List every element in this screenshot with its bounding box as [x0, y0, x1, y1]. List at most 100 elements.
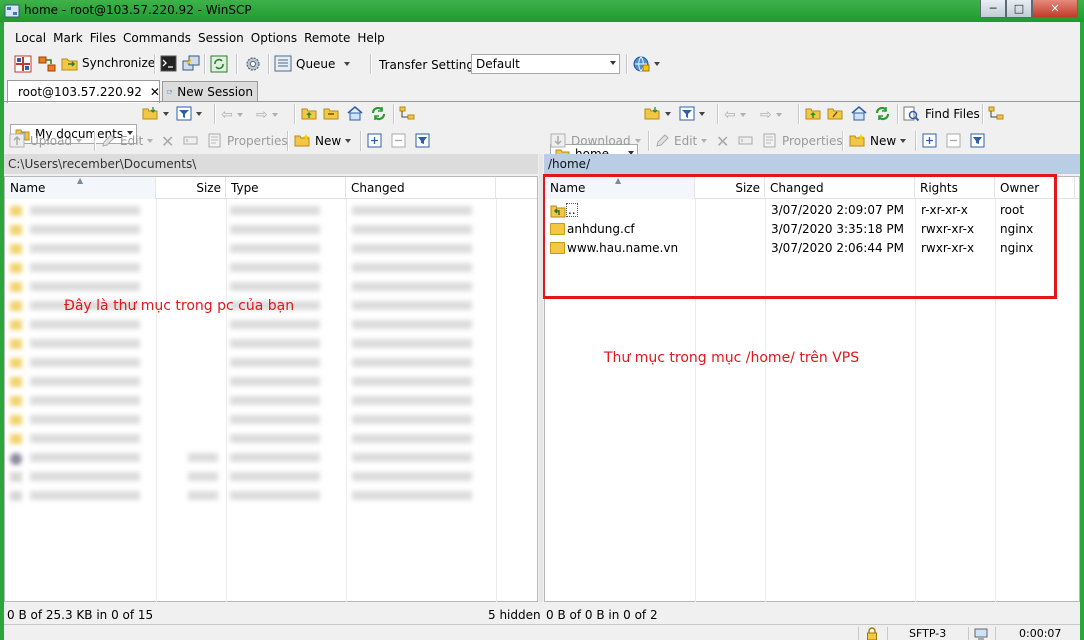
putty-button[interactable]: [182, 55, 200, 75]
remote-unselect-button[interactable]: [946, 133, 961, 151]
remote-open-folder-button[interactable]: [644, 106, 671, 121]
title-bar: home - root@103.57.220.92 - WinSCP ─ □ ✕: [0, 0, 1084, 22]
local-path-bar[interactable]: C:\Users\recember\Documents\: [4, 154, 538, 174]
local-parent-dir-button[interactable]: [301, 106, 318, 124]
refresh-icon: [371, 106, 386, 121]
local-refresh-button[interactable]: [370, 105, 387, 125]
compare-directories-button[interactable]: [14, 55, 36, 73]
local-edit-button[interactable]: Edit: [101, 133, 154, 148]
remote-edit-button[interactable]: Edit: [655, 133, 708, 148]
remote-root-dir-button[interactable]: [827, 106, 844, 124]
menu-mark[interactable]: Mark: [53, 29, 83, 49]
find-files-icon: [903, 106, 920, 122]
local-invert-selection-button[interactable]: [415, 133, 430, 151]
local-rename-button[interactable]: [183, 133, 198, 148]
local-col-name[interactable]: Name ▲: [5, 176, 156, 199]
close-icon[interactable]: ✕: [150, 85, 160, 99]
close-button[interactable]: ✕: [1032, 0, 1078, 18]
remote-rename-button[interactable]: [738, 133, 753, 148]
local-properties-button[interactable]: Properties: [207, 133, 288, 148]
local-open-folder-button[interactable]: [142, 106, 169, 121]
toolbar-separator: [717, 104, 719, 124]
local-forward-button[interactable]: ⇨: [256, 107, 278, 123]
transfer-options-button[interactable]: [632, 55, 660, 73]
local-unselect-button[interactable]: [391, 133, 406, 151]
rename-icon: [738, 136, 753, 145]
download-icon: [550, 133, 566, 148]
local-new-button[interactable]: New: [294, 133, 352, 148]
open-terminal-button[interactable]: [160, 55, 177, 75]
remote-delete-icon[interactable]: ✕: [716, 132, 729, 151]
toolbar-separator: [798, 104, 800, 124]
toolbar-separator: [294, 104, 296, 124]
connection-status: [968, 627, 995, 640]
local-root-dir-button[interactable]: [323, 106, 340, 124]
queue-list-button[interactable]: [38, 55, 58, 73]
queue-button[interactable]: Queue: [274, 55, 351, 72]
remote-back-button[interactable]: ⇦: [724, 107, 746, 123]
remote-properties-label: Properties: [782, 133, 843, 148]
local-col-type[interactable]: Type: [226, 177, 346, 199]
menu-remote[interactable]: Remote: [304, 29, 350, 49]
remote-select-all-button[interactable]: [922, 133, 937, 151]
chevron-down-icon: [654, 62, 660, 66]
menu-files[interactable]: Files: [90, 29, 116, 49]
edit-pencil-icon: [656, 134, 669, 147]
local-col-name-label: Name: [10, 181, 46, 195]
remote-properties-button[interactable]: Properties: [762, 133, 843, 148]
local-tree-toggle-button[interactable]: [399, 106, 416, 124]
chevron-down-icon: [196, 111, 202, 116]
home-icon: [851, 105, 867, 121]
menu-help[interactable]: Help: [357, 29, 384, 49]
putty-icon: [182, 55, 200, 71]
transfer-settings-dropdown[interactable]: Default: [471, 54, 620, 74]
arrow-right-icon: ⇨: [256, 107, 268, 123]
refresh-session-button[interactable]: [210, 55, 228, 76]
toolbar-separator: [214, 104, 216, 124]
menu-options[interactable]: Options: [251, 29, 297, 49]
toolbar-separator: [626, 54, 628, 74]
menu-commands[interactable]: Commands: [123, 29, 191, 49]
arrow-left-icon: ⇦: [724, 107, 736, 123]
upload-button[interactable]: Upload: [9, 133, 83, 148]
local-filter-button[interactable]: [176, 106, 202, 121]
remote-forward-button[interactable]: ⇨: [760, 107, 782, 123]
chevron-down-icon: [701, 138, 708, 143]
synchronize-button[interactable]: Synchronize: [61, 55, 155, 71]
download-button[interactable]: Download: [550, 133, 641, 148]
find-files-button[interactable]: Find Files: [903, 106, 980, 122]
status-divider: [4, 624, 1080, 625]
chevron-down-icon: [76, 138, 83, 143]
maximize-button[interactable]: □: [1006, 0, 1032, 18]
local-col-changed[interactable]: Changed: [346, 177, 496, 199]
menu-local[interactable]: Local: [15, 29, 46, 49]
column-divider: [496, 199, 497, 602]
remote-refresh-button[interactable]: [874, 105, 891, 125]
local-new-label: New: [315, 133, 342, 148]
remote-tree-toggle-button[interactable]: [988, 106, 1005, 124]
panel-splitter[interactable]: [539, 154, 543, 602]
toolbar-separator: [154, 54, 156, 74]
minus-box-icon: [391, 133, 406, 148]
local-column-header: Name ▲ Size Type Changed: [5, 176, 537, 199]
local-select-all-button[interactable]: [367, 133, 382, 151]
remote-path-bar[interactable]: /home/: [544, 154, 1080, 174]
remote-filter-button[interactable]: [679, 106, 705, 121]
remote-new-button[interactable]: New: [849, 133, 907, 148]
local-delete-icon[interactable]: ✕: [161, 132, 174, 151]
local-home-button[interactable]: [346, 105, 364, 124]
filter-icon: [176, 106, 192, 121]
remote-invert-selection-button[interactable]: [970, 133, 985, 151]
edit-pencil-icon: [102, 134, 115, 147]
local-back-button[interactable]: ⇦: [221, 107, 243, 123]
remote-parent-dir-button[interactable]: [805, 106, 822, 124]
minimize-button[interactable]: ─: [980, 0, 1006, 18]
tab-new-session[interactable]: New Session: [162, 81, 258, 102]
tab-session-root[interactable]: root@103.57.220.92 ✕: [7, 80, 160, 103]
menu-session[interactable]: Session: [198, 29, 244, 49]
home-icon: [347, 105, 363, 121]
local-col-size[interactable]: Size: [156, 177, 226, 199]
new-session-icon: [167, 90, 172, 94]
remote-home-button[interactable]: [850, 105, 868, 124]
preferences-button[interactable]: [244, 55, 262, 76]
